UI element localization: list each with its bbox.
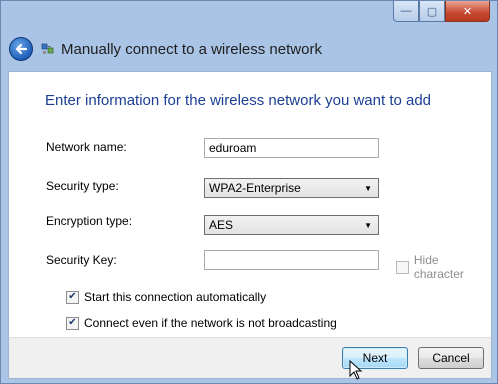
broadcast-checkbox[interactable]: ✔ bbox=[66, 316, 79, 330]
back-button[interactable] bbox=[9, 37, 33, 61]
hide-characters-checkbox[interactable] bbox=[396, 260, 409, 274]
network-name-label: Network name: bbox=[46, 140, 127, 154]
auto-start-option[interactable]: ✔ Start this connection automatically bbox=[66, 290, 266, 304]
encryption-type-value: AES bbox=[209, 218, 234, 232]
instruction-heading: Enter information for the wireless netwo… bbox=[45, 92, 432, 109]
mouse-pointer-icon bbox=[349, 360, 363, 380]
hide-characters-label: Hide character bbox=[413, 253, 464, 281]
security-type-label: Security type: bbox=[46, 179, 119, 193]
back-arrow-icon bbox=[15, 43, 28, 55]
minimize-button[interactable]: — bbox=[393, 1, 419, 22]
page-title: Manually connect to a wireless network bbox=[61, 40, 322, 58]
encryption-type-dropdown[interactable]: AES ▼ bbox=[204, 215, 379, 235]
broadcast-label: Connect even if the network is not broad… bbox=[84, 316, 337, 330]
network-name-input[interactable] bbox=[204, 138, 379, 158]
broadcast-option[interactable]: ✔ Connect even if the network is not bro… bbox=[66, 316, 337, 330]
security-type-dropdown[interactable]: WPA2-Enterprise ▼ bbox=[204, 178, 379, 198]
caption-buttons: — ▢ ✕ bbox=[393, 1, 490, 22]
maximize-button[interactable]: ▢ bbox=[419, 1, 445, 22]
security-key-input[interactable] bbox=[204, 250, 379, 270]
close-button[interactable]: ✕ bbox=[445, 1, 490, 22]
dropdown-arrow-icon: ▼ bbox=[364, 220, 372, 230]
dialog-footer: Next Cancel bbox=[8, 337, 492, 380]
hide-characters-option[interactable]: Hide character bbox=[396, 253, 491, 281]
security-key-label: Security Key: bbox=[46, 253, 117, 267]
dropdown-arrow-icon: ▼ bbox=[364, 183, 372, 193]
auto-start-label: Start this connection automatically bbox=[84, 290, 267, 304]
dialog-window: — ▢ ✕ Manually connect to a wireless net… bbox=[0, 0, 498, 384]
dialog-content: Enter information for the wireless netwo… bbox=[8, 71, 492, 337]
security-type-value: WPA2-Enterprise bbox=[209, 181, 301, 195]
wireless-network-icon bbox=[41, 43, 54, 54]
auto-start-checkbox[interactable]: ✔ bbox=[66, 290, 79, 304]
dialog-header: Manually connect to a wireless network bbox=[8, 31, 492, 67]
encryption-type-label: Encryption type: bbox=[46, 214, 133, 228]
cancel-button[interactable]: Cancel bbox=[418, 347, 484, 369]
